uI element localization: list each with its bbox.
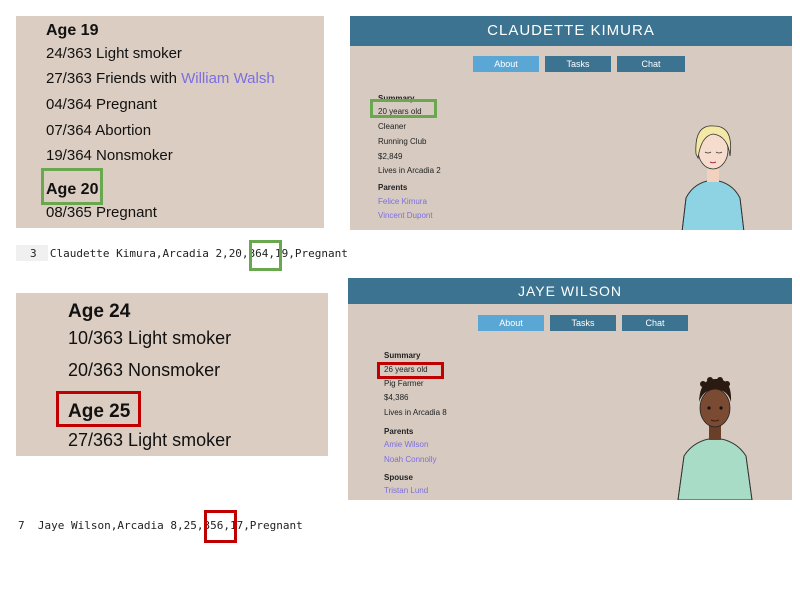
csv-row: 7 Jaye Wilson,Arcadia 8,25,356,17,Pregna… <box>18 519 303 532</box>
tab-chat[interactable]: Chat <box>617 56 685 72</box>
tab-chat[interactable]: Chat <box>622 315 688 331</box>
tab-tasks[interactable]: Tasks <box>545 56 611 72</box>
avatar-jaye <box>677 377 753 500</box>
csv-text: Jaye Wilson,Arcadia 8, <box>37 519 184 532</box>
summary-heading: Summary <box>384 351 421 360</box>
avatar-claudette <box>681 125 745 230</box>
highlight-box-csv-age <box>204 510 237 543</box>
csv-text: Claudette Kimura,Arcadia 2, <box>49 247 229 260</box>
highlight-box-age-25 <box>56 391 141 427</box>
money-value: $2,849 <box>378 152 403 161</box>
highlight-box-age-value <box>377 362 444 379</box>
log-entry: 24/363 Light smoker <box>46 45 182 62</box>
line-number: 3 <box>30 247 37 260</box>
csv-row: 3 Claudette Kimura,Arcadia 2,20,364,19,P… <box>30 247 348 260</box>
parent-link[interactable]: Felice Kimura <box>378 197 427 206</box>
csv-age-field: 20, <box>228 247 249 260</box>
log-entry: 19/364 Nonsmoker <box>46 147 173 164</box>
log-entry: 10/363 Light smoker <box>68 328 232 348</box>
log-entry: 08/365 Pregnant <box>46 204 157 221</box>
highlight-box-age-20 <box>41 168 103 205</box>
highlight-box-csv-age <box>249 240 282 271</box>
job-value: Pig Farmer <box>384 379 424 388</box>
life-log-panel-2: Age 24 10/363 Light smoker 20/363 Nonsmo… <box>16 293 328 456</box>
club-value: Running Club <box>378 137 427 146</box>
spouse-heading: Spouse <box>384 473 413 482</box>
log-entry: 07/364 Abortion <box>46 122 152 139</box>
profile-name-header: CLAUDETTE KIMURA <box>350 16 792 46</box>
tab-about[interactable]: About <box>473 56 539 72</box>
friend-link[interactable]: William Walsh <box>181 70 275 87</box>
line-number: 7 <box>18 519 25 532</box>
csv-age-field: 25, <box>183 519 204 532</box>
profile-name-header: JAYE WILSON <box>348 278 792 304</box>
job-value: Cleaner <box>378 122 407 131</box>
log-entry-text: 27/363 Friends with <box>46 70 182 87</box>
age-24-heading: Age 24 <box>68 301 131 322</box>
profile-card-jaye: JAYE WILSON About Tasks Chat Summary 26 … <box>348 278 792 500</box>
log-entry: 27/363 Light smoker <box>68 430 232 450</box>
tab-about[interactable]: About <box>478 315 544 331</box>
parents-heading: Parents <box>378 183 408 192</box>
parent-link[interactable]: Vincent Dupont <box>378 211 433 220</box>
parents-heading: Parents <box>384 427 414 436</box>
highlight-box-age-value <box>370 99 437 118</box>
log-entry: 04/364 Pregnant <box>46 96 157 113</box>
parent-link[interactable]: Amie Wilson <box>384 440 428 449</box>
residence-value: Lives in Arcadia 2 <box>378 166 441 175</box>
age-19-heading: Age 19 <box>46 22 99 39</box>
spouse-link[interactable]: Tristan Lund <box>384 486 428 495</box>
profile-card-claudette: CLAUDETTE KIMURA About Tasks Chat Summar… <box>350 16 792 230</box>
log-entry: 20/363 Nonsmoker <box>68 360 221 380</box>
residence-value: Lives in Arcadia 8 <box>384 408 447 417</box>
parent-link[interactable]: Noah Connolly <box>384 455 436 464</box>
tab-tasks[interactable]: Tasks <box>550 315 616 331</box>
log-entry: 27/363 Friends with William Walsh <box>46 70 275 87</box>
money-value: $4,386 <box>384 393 409 402</box>
